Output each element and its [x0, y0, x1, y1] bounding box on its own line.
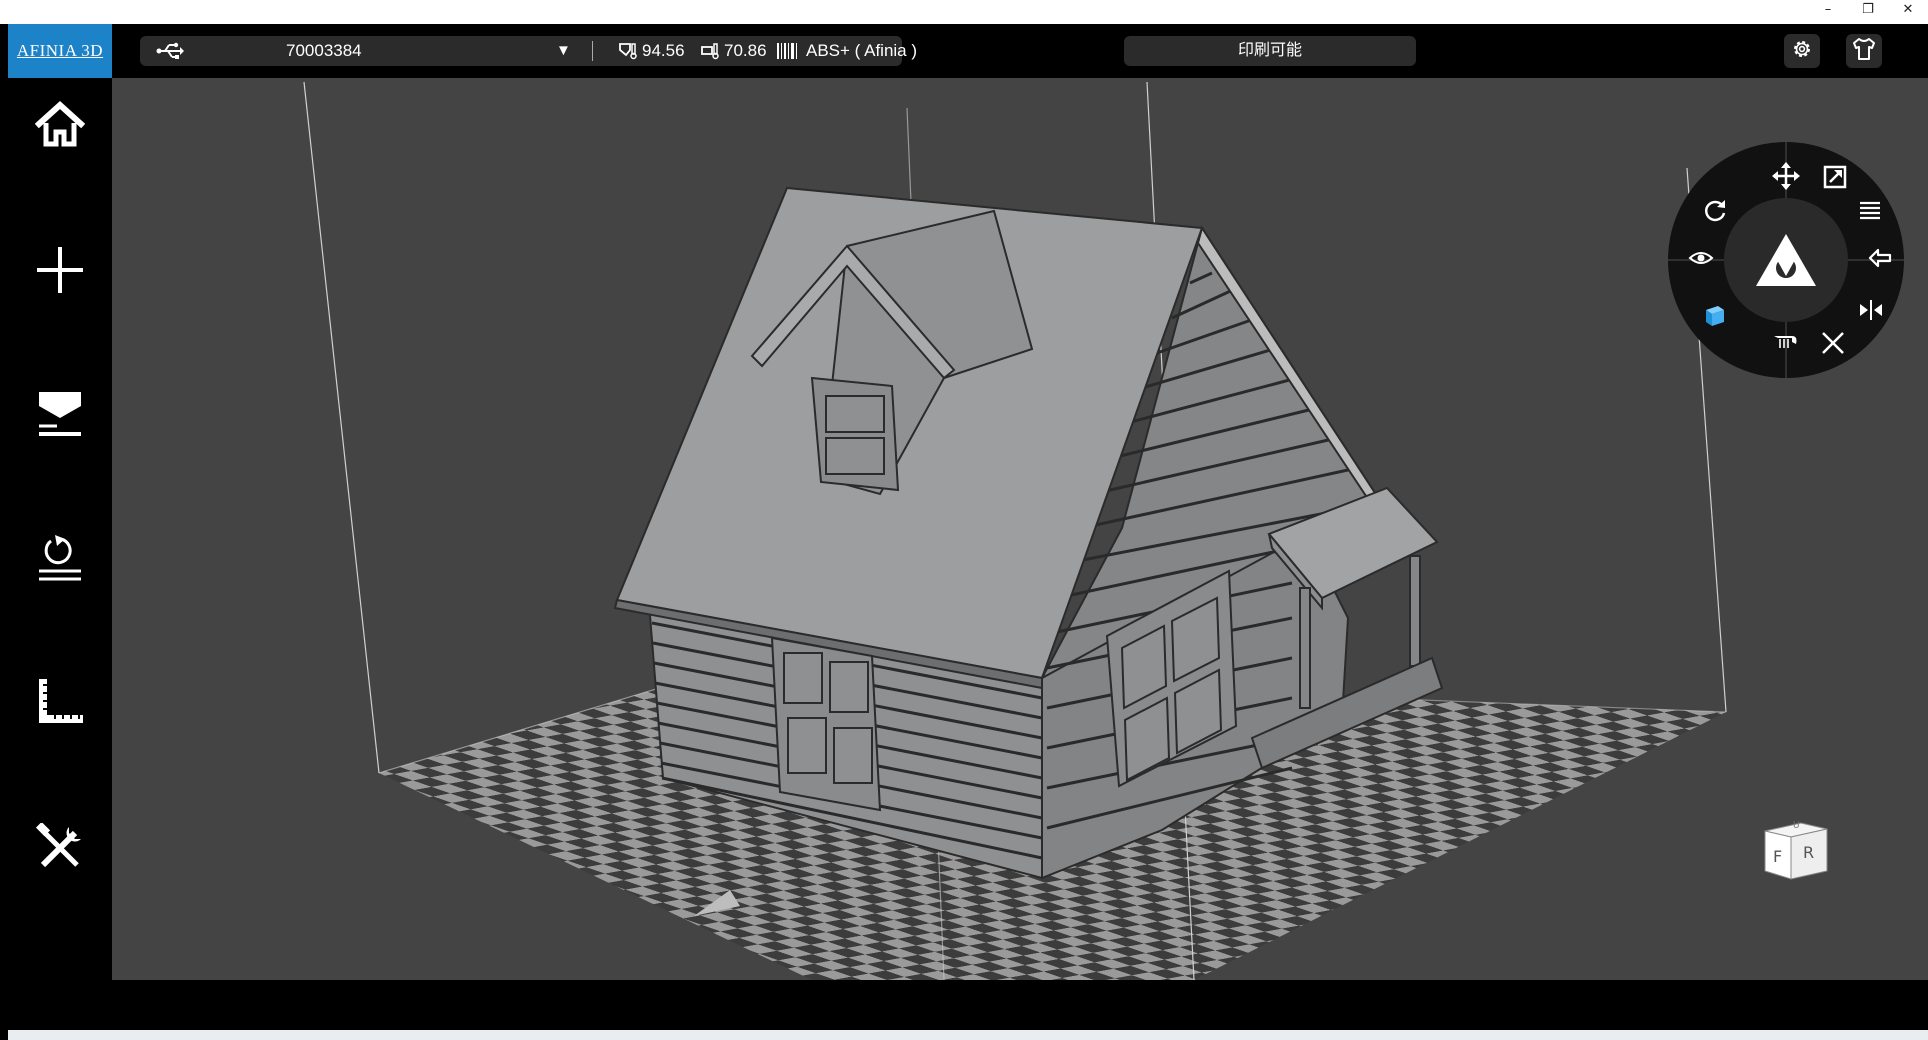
cube-right-label: R [1803, 843, 1815, 862]
bed-temp-value: 70.86 [724, 41, 767, 60]
home-icon [34, 99, 86, 154]
shirt-icon [1851, 37, 1877, 66]
support-icon[interactable] [1772, 330, 1800, 359]
brand-logo-text: AFINIA 3D [16, 41, 104, 60]
scene-canvas [303, 81, 1727, 980]
sidebar-item-calibrate[interactable] [26, 526, 94, 594]
top-toolbar: 70003384 ▼ 94.56 70.86 ABS+ ( Afinia ) 印… [112, 24, 1928, 78]
print-status-text: 印刷可能 [1237, 42, 1302, 59]
rotate-icon[interactable] [1702, 198, 1728, 229]
move-icon[interactable] [1772, 162, 1800, 195]
nozzle-temp-value: 94.56 [642, 41, 685, 60]
layers-icon[interactable] [1858, 198, 1882, 227]
taskbar-edge [8, 1030, 1928, 1040]
cube-top-label: U [1793, 821, 1800, 831]
print-status-bar[interactable]: 印刷可能 [1124, 36, 1416, 66]
tools-icon [35, 821, 85, 878]
measure-icon [35, 677, 85, 732]
scale-icon[interactable] [1822, 164, 1848, 195]
sidebar-item-home[interactable] [26, 92, 94, 160]
level-icon [35, 388, 85, 445]
mirror-icon[interactable] [1858, 298, 1884, 327]
calibrate-icon [35, 533, 85, 588]
sidebar-item-level[interactable] [26, 382, 94, 450]
sidebar-item-add[interactable] [26, 238, 94, 306]
material-label[interactable]: ABS+ ( Afinia ) [806, 36, 917, 66]
printer-dropdown-arrow[interactable]: ▼ [556, 36, 571, 66]
settings-icon [1790, 37, 1814, 66]
close-button[interactable]: ✕ [1888, 0, 1928, 22]
cube-front-label: F [1773, 847, 1783, 866]
view-cube-icon[interactable] [1702, 302, 1728, 333]
orientation-cube[interactable]: F R U [1757, 813, 1837, 893]
nozzle-temp-icon [618, 41, 638, 66]
logo-icon[interactable] [1752, 230, 1820, 290]
app-window: AFINIA 3D 70003384 ▼ 94.56 70.86 ABS+ ( … [8, 24, 1928, 1030]
brand-logo[interactable]: AFINIA 3D [8, 24, 112, 78]
printer-status-bar: 70003384 ▼ 94.56 70.86 ABS+ ( Afinia ) [140, 36, 917, 67]
sidebar-item-measure[interactable] [26, 670, 94, 738]
separator [592, 41, 593, 61]
window-titlebar: – ❐ ✕ [0, 0, 1928, 24]
3d-viewport[interactable]: F R U [112, 78, 1928, 980]
radial-menu [1666, 140, 1906, 380]
restore-button[interactable]: ❐ [1848, 0, 1888, 22]
sidebar-item-tools[interactable] [26, 816, 94, 884]
settings-button[interactable] [1784, 34, 1820, 68]
usb-icon [156, 40, 184, 67]
left-sidebar [8, 78, 112, 980]
appearance-button[interactable] [1846, 34, 1882, 68]
printer-select[interactable]: 70003384 [286, 36, 362, 66]
bed-temp-icon [700, 41, 720, 66]
add-icon [35, 245, 85, 300]
filament-barcode-icon [776, 41, 798, 66]
undo-icon[interactable] [1868, 246, 1894, 275]
fit-icon[interactable] [1820, 330, 1846, 361]
minimize-button[interactable]: – [1808, 0, 1848, 22]
eye-icon[interactable] [1688, 248, 1714, 273]
